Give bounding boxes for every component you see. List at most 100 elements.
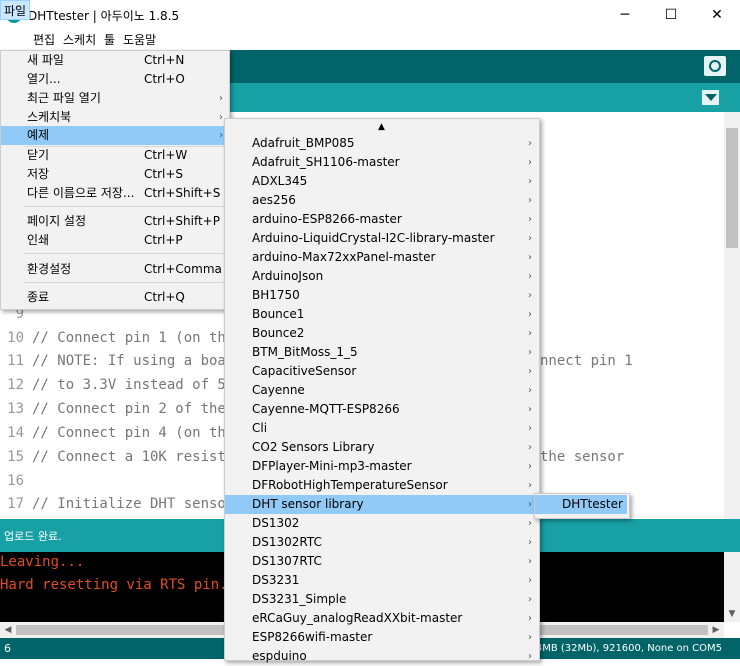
examples-item-label: ESP8266wifi-master	[252, 630, 373, 644]
examples-item-label: Cli	[252, 421, 268, 435]
menu-divider	[24, 253, 224, 254]
examples-item-label: DS3231	[252, 573, 300, 587]
examples-item[interactable]: BTM_BitMoss_1_5 ›	[225, 343, 537, 362]
examples-item[interactable]: DHT sensor library ›	[225, 495, 537, 514]
line-number: 16	[7, 473, 24, 489]
examples-item[interactable]: Bounce2 ›	[225, 324, 537, 343]
maximize-button[interactable]: ☐	[648, 0, 694, 30]
examples-item[interactable]: ESP8266wifi-master ›	[225, 628, 537, 647]
examples-item-label: CapacitiveSensor	[252, 364, 357, 378]
menu-item-new[interactable]: 새 파일 Ctrl+N	[1, 51, 227, 70]
chevron-right-icon: ›	[528, 423, 532, 434]
examples-item-label: aes256	[252, 193, 296, 207]
menu-item-save[interactable]: 저장 Ctrl+S	[1, 165, 227, 184]
examples-item[interactable]: Cayenne ›	[225, 381, 537, 400]
examples-item[interactable]: DFRobotHighTemperatureSensor ›	[225, 476, 537, 495]
examples-item[interactable]: DS3231_Simple ›	[225, 590, 537, 609]
examples-item[interactable]: DFPlayer-Mini-mp3-master ›	[225, 457, 537, 476]
menu-item-page-setup[interactable]: 페이지 설정 Ctrl+Shift+P	[1, 212, 227, 231]
examples-item[interactable]: arduino-Max72xxPanel-master ›	[225, 248, 537, 267]
chevron-right-icon: ›	[528, 176, 532, 187]
menu-tools[interactable]: 툴	[101, 30, 118, 50]
examples-item[interactable]: Arduino-LiquidCrystal-I2C-library-master…	[225, 229, 537, 248]
examples-item[interactable]: BH1750 ›	[225, 286, 537, 305]
examples-item[interactable]: ArduinoJson ›	[225, 267, 537, 286]
code-line: // NOTE: If using a boar	[32, 353, 235, 369]
menu-item-sketchbook[interactable]: 스케치북 ›	[1, 108, 227, 127]
chevron-right-icon: ›	[528, 271, 532, 282]
examples-item[interactable]: ADXL345 ›	[225, 172, 537, 191]
examples-item-label: DFRobotHighTemperatureSensor	[252, 478, 448, 492]
menu-item-open[interactable]: 열기... Ctrl+O	[1, 70, 227, 89]
examples-item-label: Bounce2	[252, 326, 305, 340]
menu-help[interactable]: 도움말	[120, 30, 159, 50]
editor-scroll-thumb[interactable]	[726, 128, 738, 248]
line-number: 13	[7, 401, 24, 417]
menu-item-preferences[interactable]: 환경설정 Ctrl+Comma	[1, 260, 227, 279]
menu-item-examples[interactable]: 예제 ›	[1, 126, 227, 145]
examples-item-label: Cayenne-MQTT-ESP8266	[252, 402, 400, 416]
serial-monitor-icon[interactable]	[704, 56, 726, 76]
examples-item[interactable]: CapacitiveSensor ›	[225, 362, 537, 381]
chevron-right-icon: ›	[528, 385, 532, 396]
examples-item[interactable]: eRCaGuy_analogReadXXbit-master ›	[225, 609, 537, 628]
menu-item-quit[interactable]: 종료 Ctrl+Q	[1, 288, 227, 307]
line-number: 11	[7, 353, 24, 369]
examples-item-label: DS1302	[252, 516, 300, 530]
tab-menu-chevron-down-icon[interactable]	[702, 90, 719, 105]
chevron-right-icon: ›	[528, 328, 532, 339]
examples-item[interactable]: Cayenne-MQTT-ESP8266 ›	[225, 400, 537, 419]
examples-item-label: DS1302RTC	[252, 535, 322, 549]
code-line: // Connect a 10K resisto	[32, 449, 235, 465]
status-message: 업로드 완료.	[4, 530, 62, 543]
line-number: 14	[7, 425, 24, 441]
scroll-right-icon[interactable]: ▶	[708, 622, 724, 638]
examples-item[interactable]: DS1307RTC ›	[225, 552, 537, 571]
examples-item[interactable]: aes256 ›	[225, 191, 537, 210]
chevron-right-icon: ›	[528, 499, 532, 510]
chevron-right-icon: ›	[528, 252, 532, 263]
examples-item[interactable]: Cli ›	[225, 419, 537, 438]
menu-divider	[24, 206, 224, 207]
menu-edit[interactable]: 편집	[30, 30, 58, 50]
chevron-right-icon: ›	[219, 130, 223, 141]
menu-item-print[interactable]: 인쇄 Ctrl+P	[1, 231, 227, 250]
chevron-right-icon: ›	[219, 93, 223, 104]
examples-item-label: Cayenne	[252, 383, 305, 397]
examples-item-label: DFPlayer-Mini-mp3-master	[252, 459, 412, 473]
menu-item-recent[interactable]: 최근 파일 열기 ›	[1, 89, 227, 108]
menu-item-save-as[interactable]: 다른 이름으로 저장... Ctrl+Shift+S	[1, 184, 227, 203]
scroll-left-icon[interactable]: ◀	[0, 622, 16, 638]
menu-sketch[interactable]: 스케치	[60, 30, 99, 50]
close-button[interactable]: ✕	[694, 0, 740, 30]
chevron-right-icon: ›	[528, 366, 532, 377]
examples-item-label: Adafruit_SH1106-master	[252, 155, 400, 169]
minimize-button[interactable]: ─	[602, 0, 648, 30]
chevron-right-icon: ›	[528, 480, 532, 491]
examples-item[interactable]: Adafruit_SH1106-master ›	[225, 153, 537, 172]
examples-item-label: DS3231_Simple	[252, 592, 347, 606]
menu-file[interactable]: 파일	[0, 0, 31, 20]
examples-item[interactable]: CO2 Sensors Library ›	[225, 438, 537, 457]
examples-item[interactable]: DS1302 ›	[225, 514, 537, 533]
line-number: 12	[7, 377, 24, 393]
chevron-right-icon: ›	[528, 214, 532, 225]
examples-item[interactable]: Adafruit_BMP085 ›	[225, 134, 537, 153]
console-scroll-down-icon[interactable]: ▼	[724, 606, 740, 622]
examples-item-label: Arduino-LiquidCrystal-I2C-library-master	[252, 231, 495, 245]
examples-item[interactable]: espduino ›	[225, 647, 537, 666]
chevron-right-icon: ›	[528, 575, 532, 586]
examples-item-label: BH1750	[252, 288, 300, 302]
examples-item[interactable]: arduino-ESP8266-master ›	[225, 210, 537, 229]
chevron-right-icon: ›	[528, 651, 532, 662]
menu-item-close[interactable]: 닫기 Ctrl+W	[1, 146, 227, 165]
footer-line-number: 6	[4, 642, 11, 655]
examples-item[interactable]: Bounce1 ›	[225, 305, 537, 324]
menu-item-dhttester[interactable]: DHTtester	[535, 495, 627, 514]
chevron-right-icon: ›	[528, 290, 532, 301]
scroll-up-icon[interactable]: ▲	[378, 122, 385, 132]
chevron-right-icon: ›	[528, 138, 532, 149]
examples-item[interactable]: DS1302RTC ›	[225, 533, 537, 552]
examples-item[interactable]: DS3231 ›	[225, 571, 537, 590]
chevron-right-icon: ›	[528, 309, 532, 320]
